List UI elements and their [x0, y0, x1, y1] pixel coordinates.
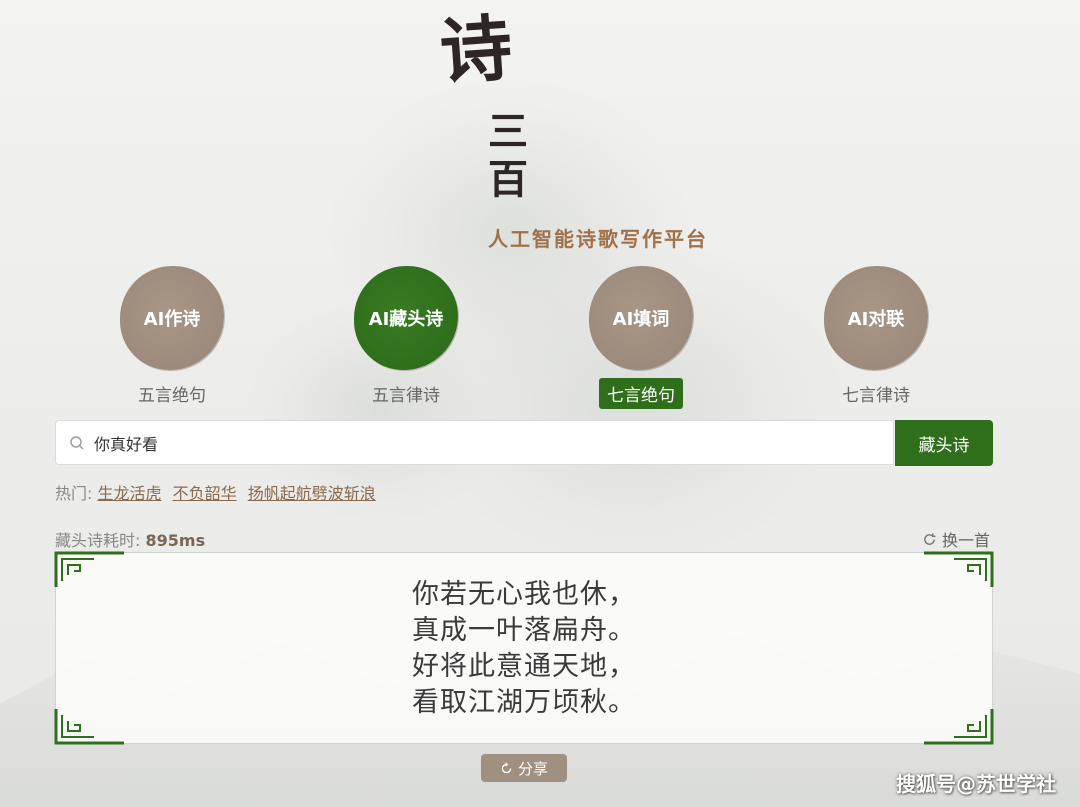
- mode-ai-acrostic[interactable]: AI藏头诗 五言律诗: [336, 266, 476, 409]
- mode-circle[interactable]: AI填词: [589, 266, 693, 370]
- mode-circle[interactable]: AI藏头诗: [354, 266, 458, 370]
- poem-line: 真成一叶落扁舟。: [412, 615, 636, 646]
- generation-time: 藏头诗耗时: 895ms: [55, 531, 206, 550]
- slogan: 人工智能诗歌写作平台: [488, 227, 708, 251]
- format-wuyan-jueju[interactable]: 五言绝句: [130, 378, 214, 409]
- watermark: 搜狐号@苏世学社: [896, 772, 1056, 796]
- mode-circle[interactable]: AI作诗: [120, 266, 224, 370]
- logo-title: 诗: [437, 4, 515, 95]
- search-input[interactable]: [92, 432, 893, 453]
- poem-text: 你若无心我也休， 真成一叶落扁舟。 好将此意通天地， 看取江湖万顷秋。: [56, 577, 992, 721]
- hot-topic-link[interactable]: 不负韶华: [173, 484, 237, 503]
- format-qiyan-lvshi[interactable]: 七言律诗: [834, 378, 918, 409]
- hot-topic-link[interactable]: 生龙活虎: [98, 484, 162, 503]
- generate-acrostic-button[interactable]: 藏头诗: [895, 420, 993, 466]
- poem-card: 你若无心我也休， 真成一叶落扁舟。 好将此意通天地， 看取江湖万顷秋。: [54, 551, 994, 745]
- format-wuyan-lvshi[interactable]: 五言律诗: [364, 378, 448, 409]
- poem-line: 看取江湖万顷秋。: [412, 687, 636, 718]
- generation-time-value: 895ms: [145, 531, 206, 550]
- poem-line: 好将此意通天地，: [412, 651, 636, 682]
- logo-subtitle: 三 百: [488, 108, 528, 203]
- format-qiyan-jueju[interactable]: 七言绝句: [599, 378, 683, 409]
- mode-ai-ci[interactable]: AI填词 七言绝句: [571, 266, 711, 409]
- hot-topic-link[interactable]: 扬帆起航劈波斩浪: [248, 484, 376, 503]
- search-icon: [62, 435, 92, 451]
- mode-ai-couplet[interactable]: AI对联 七言律诗: [806, 266, 946, 409]
- mode-circle[interactable]: AI对联: [824, 266, 928, 370]
- share-button[interactable]: 分享: [481, 754, 567, 782]
- poem-line: 你若无心我也休，: [412, 579, 636, 610]
- share-icon: [501, 761, 512, 773]
- hot-topics: 热门: 生龙活虎 不负韶华 扬帆起航劈波斩浪: [55, 480, 382, 504]
- search-bar[interactable]: [55, 420, 894, 465]
- refresh-button[interactable]: 换一首: [922, 527, 990, 551]
- mode-ai-poem[interactable]: AI作诗 五言绝句: [102, 266, 242, 409]
- hot-label: 热门:: [55, 484, 93, 503]
- refresh-icon: [924, 532, 936, 545]
